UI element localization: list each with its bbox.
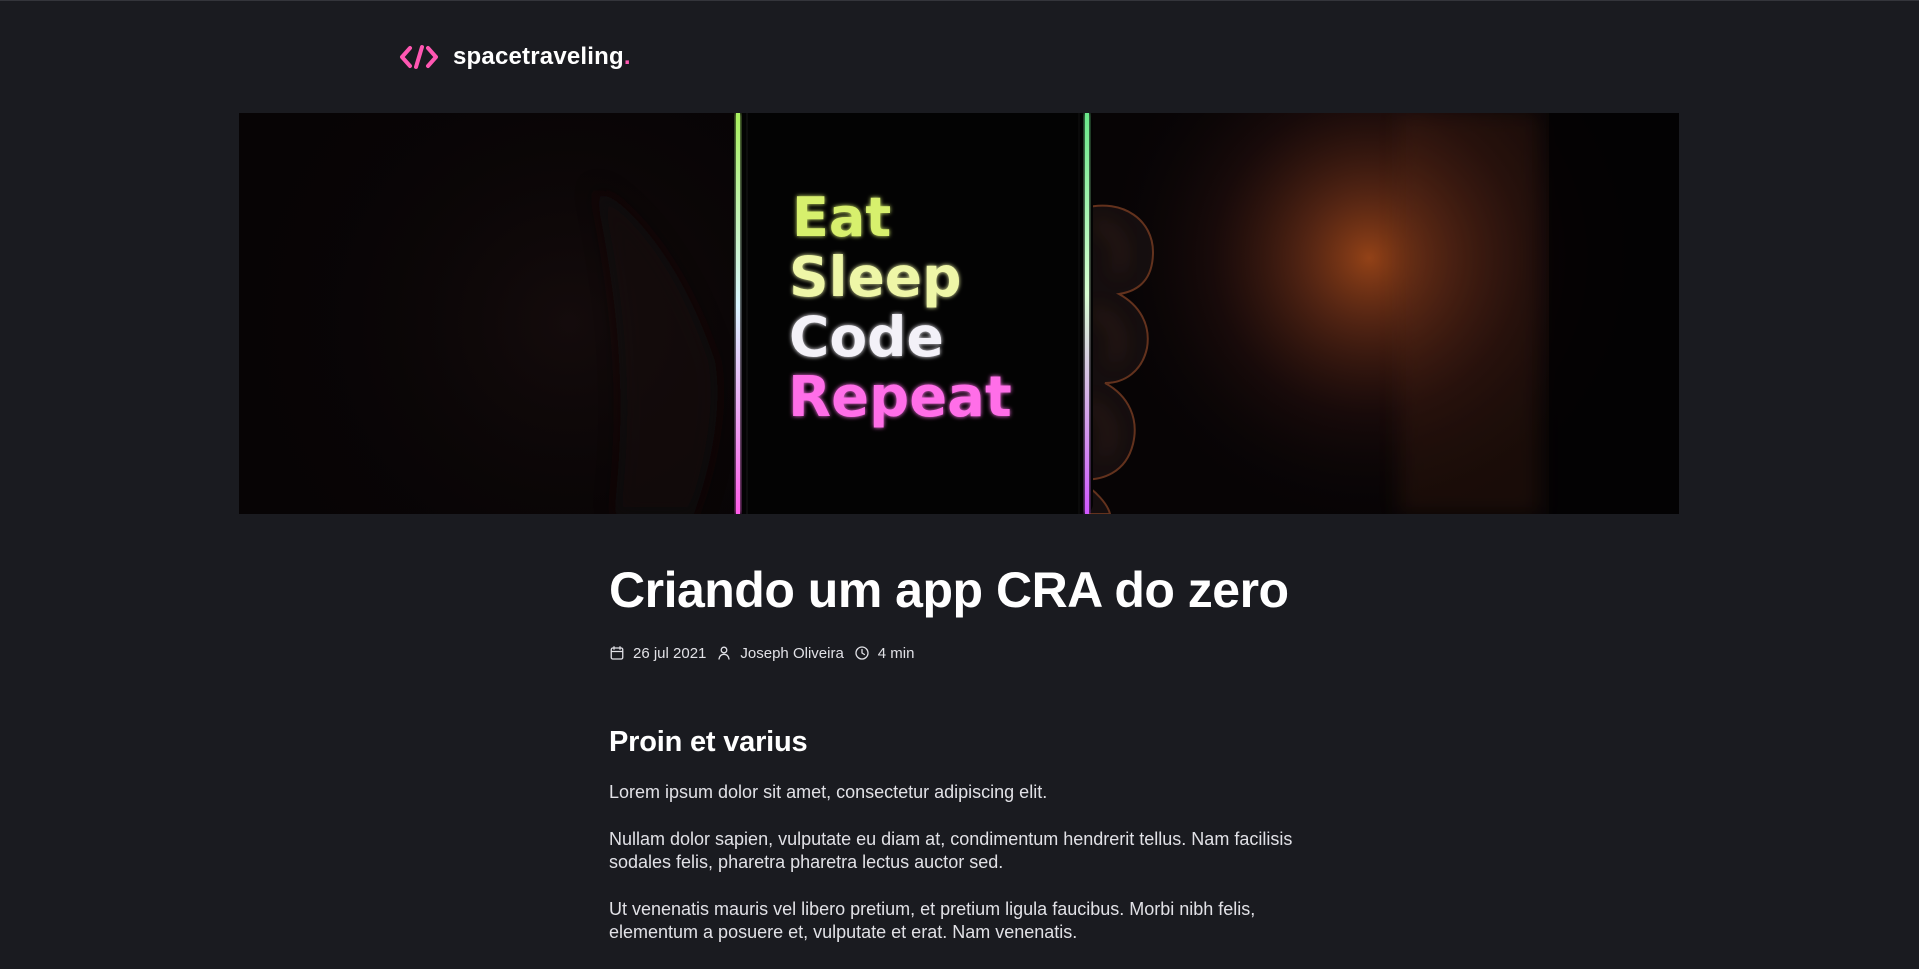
post-meta: 26 jul 2021 Joseph Oliveira 4 min [609, 643, 1309, 663]
hero-image-text-sleep: Sleep [789, 245, 961, 309]
paragraph: Nullam dolor sapien, vulputate eu diam a… [609, 829, 1293, 872]
brand-dot: . [623, 43, 631, 70]
hero-image-text-repeat: Repeat [788, 365, 1012, 430]
post-content: Criando um app CRA do zero 26 jul 2021 J… [609, 559, 1309, 944]
post-reading-time: 4 min [854, 644, 915, 662]
phone-neon-text-image: Eat Sleep Code Repeat [239, 113, 1679, 514]
code-brackets-icon[interactable] [398, 44, 440, 70]
post-banner-image: Eat Sleep Code Repeat [239, 113, 1679, 514]
hero-image-text-code: Code [789, 305, 944, 369]
paragraph: Ut venenatis mauris vel libero pretium, … [609, 899, 1256, 942]
post-page: spacetraveling . Eat Sleep Code Repeat C… [0, 0, 1919, 969]
post-author: Joseph Oliveira [716, 644, 844, 662]
post-date: 26 jul 2021 [609, 645, 706, 662]
clock-icon [855, 646, 869, 660]
hero-image-text-eat: Eat [792, 186, 891, 249]
calendar-icon [610, 646, 624, 660]
user-icon [718, 646, 731, 660]
post-date-text: 26 jul 2021 [633, 644, 707, 662]
paragraph: Lorem ipsum dolor sit amet, consectetur … [609, 782, 1048, 802]
brand-name: spacetraveling [453, 43, 624, 70]
post-author-text: Joseph Oliveira [740, 644, 844, 662]
site-brand[interactable]: spacetraveling . [453, 43, 631, 71]
section-heading: Proin et varius [609, 726, 808, 758]
post-reading-time-text: 4 min [877, 644, 915, 662]
site-header: spacetraveling . [398, 41, 631, 73]
post-title: Criando um app CRA do zero [609, 562, 1289, 618]
